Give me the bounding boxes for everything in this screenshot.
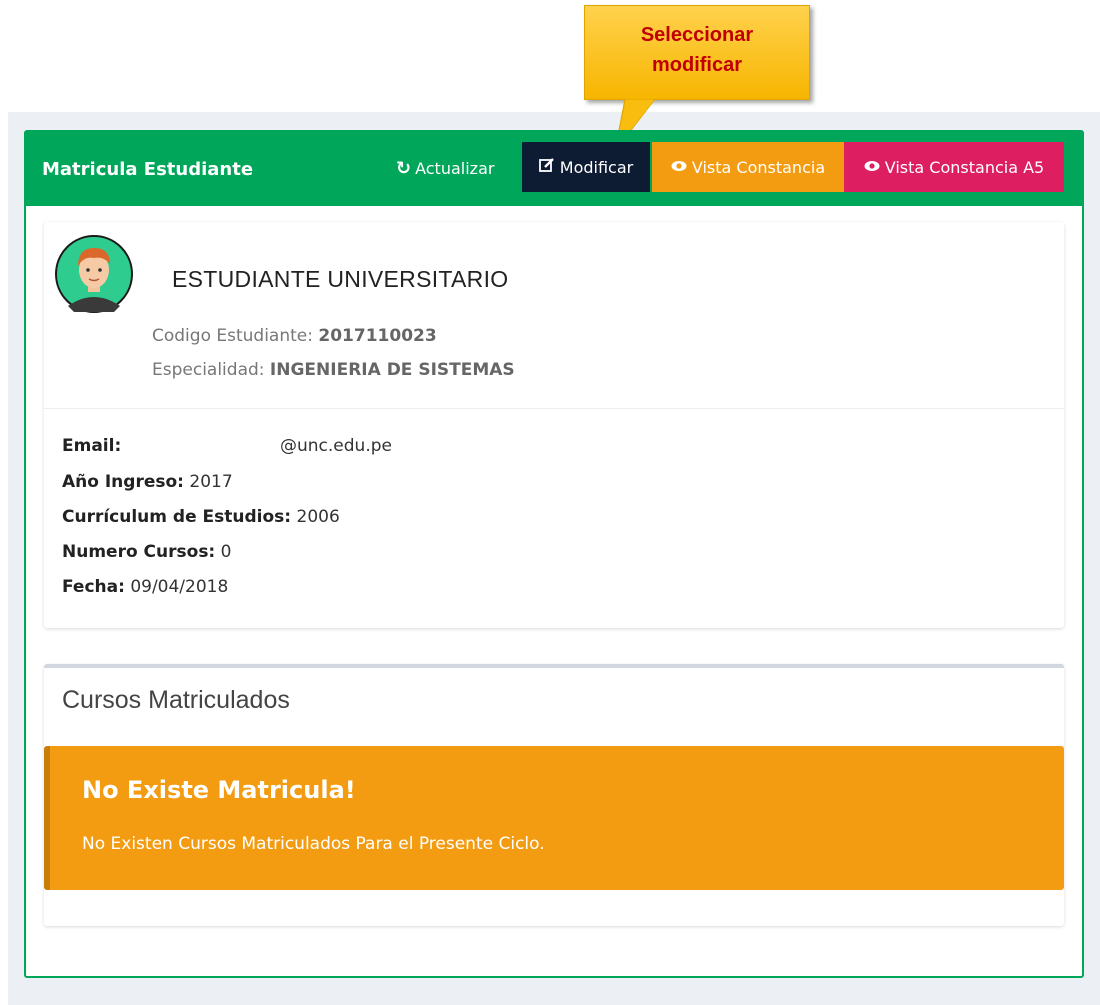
student-code: Codigo Estudiante: 2017110023: [152, 326, 437, 346]
box-title: Matricula Estudiante: [42, 159, 254, 180]
date-label: Fecha:: [62, 577, 125, 597]
annotation-callout: Seleccionar modificar: [584, 5, 810, 100]
year-row: Año Ingreso: 2017: [62, 472, 233, 492]
curriculum-row: Currículum de Estudios: 2006: [62, 507, 340, 527]
student-code-value: 2017110023: [318, 326, 437, 346]
enrolled-courses-card: Cursos Matriculados No Existe Matricula!…: [44, 664, 1064, 926]
alert-text: No Existen Cursos Matriculados Para el P…: [82, 834, 545, 854]
student-code-label: Codigo Estudiante:: [152, 326, 313, 346]
date-row: Fecha: 09/04/2018: [62, 577, 228, 597]
view-constancia-a5-label: Vista Constancia A5: [884, 157, 1045, 177]
eye-icon: [864, 158, 880, 176]
email-row: Email:: [62, 436, 121, 456]
courses-count-row: Numero Cursos: 0: [62, 542, 231, 562]
student-specialty-value: INGENIERIA DE SISTEMAS: [269, 360, 515, 380]
view-constancia-button[interactable]: Vista Constancia: [652, 142, 844, 192]
box-header: Matricula Estudiante ↻ Actualizar Modifi…: [26, 132, 1082, 206]
email-label: Email:: [62, 436, 122, 456]
courses-count-label: Numero Cursos:: [62, 542, 216, 562]
refresh-icon: ↻: [396, 157, 412, 179]
courses-count-value: 0: [220, 542, 232, 562]
divider: [44, 408, 1064, 409]
student-name: ESTUDIANTE UNIVERSITARIO: [172, 266, 509, 292]
courses-title: Cursos Matriculados: [62, 686, 290, 714]
modify-label: Modificar: [559, 157, 634, 177]
eye-icon: [671, 158, 687, 176]
warning-alert: No Existe Matricula! No Existen Cursos M…: [44, 746, 1064, 890]
alert-title: No Existe Matricula!: [82, 776, 356, 804]
refresh-label: Actualizar: [415, 158, 495, 178]
enrollment-box: Matricula Estudiante ↻ Actualizar Modifi…: [24, 130, 1084, 978]
curriculum-value: 2006: [296, 507, 340, 527]
curriculum-label: Currículum de Estudios:: [62, 507, 292, 527]
email-value: @unc.edu.pe: [280, 436, 392, 456]
date-value: 09/04/2018: [130, 577, 229, 597]
student-avatar: [55, 235, 133, 313]
view-constancia-label: Vista Constancia: [691, 157, 826, 177]
modify-button[interactable]: Modificar: [522, 142, 650, 192]
student-specialty-label: Especialidad:: [152, 360, 265, 380]
student-profile-card: ESTUDIANTE UNIVERSITARIO Codigo Estudian…: [44, 222, 1064, 628]
year-value: 2017: [189, 472, 233, 492]
year-label: Año Ingreso:: [62, 472, 184, 492]
callout-line-2: modificar: [651, 54, 743, 76]
refresh-button[interactable]: ↻ Actualizar: [396, 151, 520, 185]
callout-line-1: Seleccionar: [640, 24, 754, 46]
student-specialty: Especialidad: INGENIERIA DE SISTEMAS: [152, 360, 515, 380]
edit-icon: [538, 157, 555, 177]
view-constancia-a5-button[interactable]: Vista Constancia A5: [844, 142, 1064, 192]
